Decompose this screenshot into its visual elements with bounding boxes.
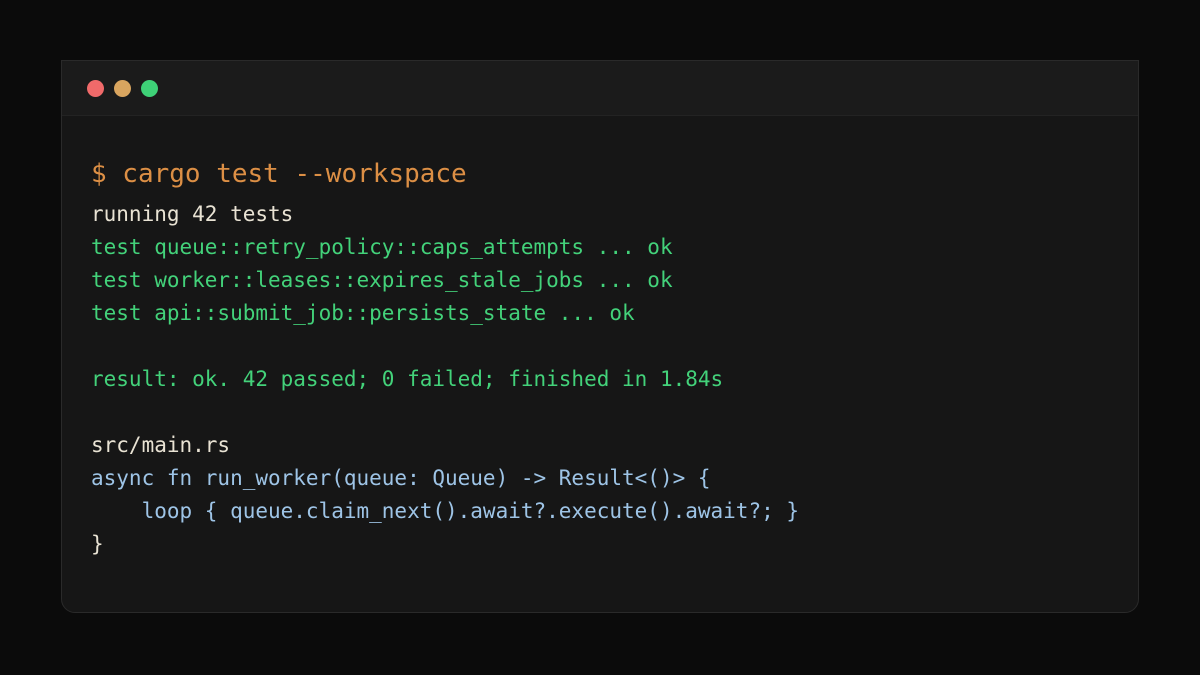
terminal-output: $ cargo test --workspace running 42 test… [91,154,1118,561]
code-line: } [91,532,104,556]
terminal-window: $ cargo test --workspace running 42 test… [61,60,1139,613]
zoom-window-button[interactable] [141,80,158,97]
command-line: $ cargo test --workspace [91,159,467,189]
test-result-line: test api::submit_job::persists_state ...… [91,301,635,325]
summary-line: result: ok. 42 passed; 0 failed; finishe… [91,367,724,391]
minimize-window-button[interactable] [114,80,131,97]
file-name-line: src/main.rs [91,433,231,457]
close-window-button[interactable] [87,80,104,97]
running-tests-line: running 42 tests [91,202,294,226]
test-result-line: test worker::leases::expires_stale_jobs … [91,268,673,292]
window-titlebar [62,61,1138,116]
code-line: async fn run_worker(queue: Queue) -> Res… [91,466,711,490]
code-line: loop { queue.claim_next().await?.execute… [91,499,800,523]
test-result-line: test queue::retry_policy::caps_attempts … [91,235,673,259]
